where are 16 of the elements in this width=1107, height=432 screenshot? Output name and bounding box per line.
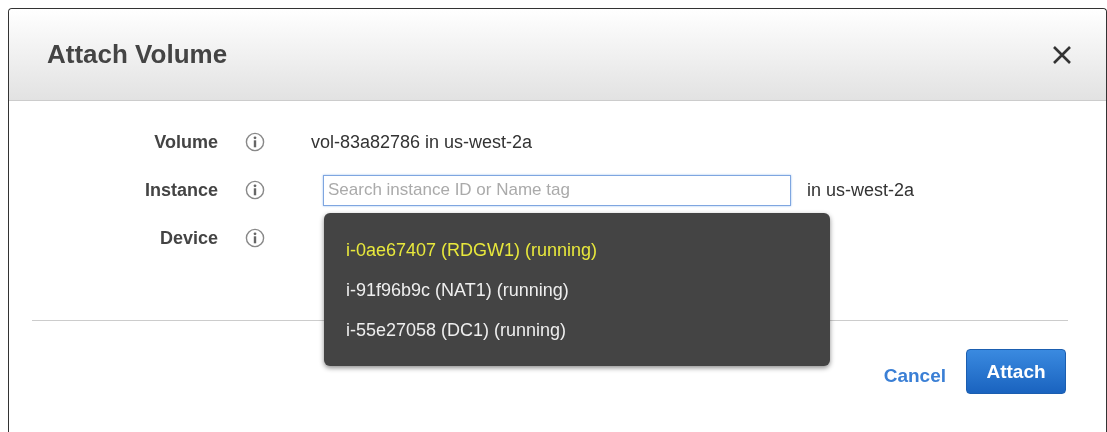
dialog-title: Attach Volume (47, 39, 228, 70)
cancel-link[interactable]: Cancel (883, 364, 946, 387)
dropdown-option[interactable]: i-91f96b9c (NAT1) (running) (324, 273, 830, 313)
search-field[interactable]: Search instance ID or Name tag (323, 174, 791, 206)
field-label: Volume (153, 131, 218, 153)
info-icon[interactable] (245, 132, 265, 152)
close-icon (1052, 44, 1072, 65)
field-label: Instance (143, 179, 218, 201)
dropdown-option[interactable]: i-55e27058 (DC1) (running) (324, 313, 830, 353)
dropdown-option[interactable]: i-0ae67407 (RDGW1) (running) (324, 233, 830, 273)
field-value: vol-83a82786 in us-west-2a (311, 131, 533, 153)
zone-text: in us-west-2a (807, 179, 915, 201)
field-label: Device (158, 227, 218, 249)
info-icon[interactable] (245, 180, 265, 200)
info-icon[interactable] (245, 228, 265, 248)
attach-button[interactable]: Attach (966, 349, 1066, 394)
